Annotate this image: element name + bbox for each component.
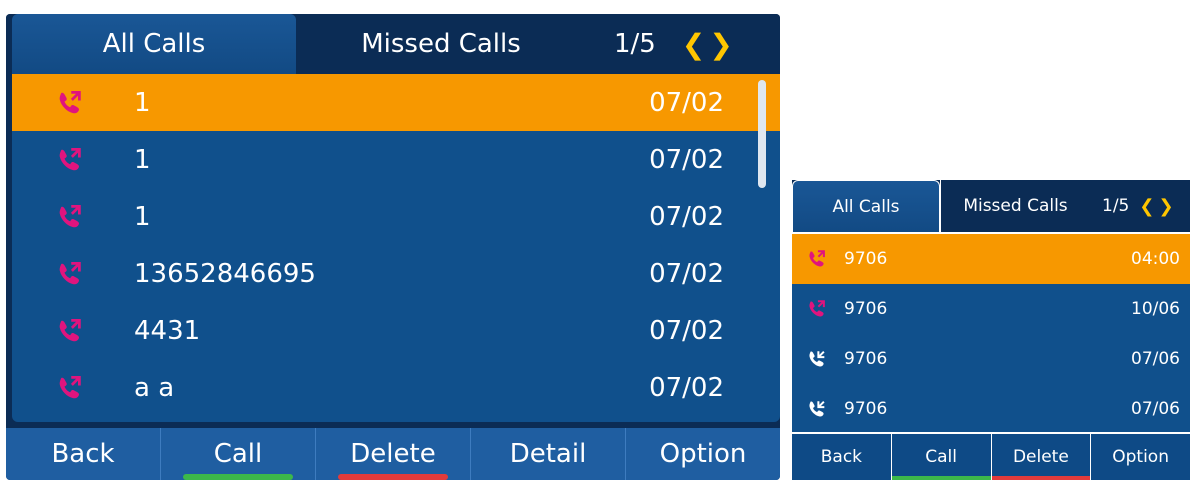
- call-row[interactable]: 9706 07/06: [792, 334, 1190, 384]
- outgoing-call-icon: [40, 202, 100, 232]
- call-key-indicator: [182, 474, 294, 480]
- call-date: 10/06: [1131, 299, 1180, 319]
- chevron-left-icon[interactable]: ❮: [682, 28, 705, 61]
- delete-softkey-label: Delete: [1012, 447, 1069, 467]
- call-date: 07/02: [649, 87, 724, 118]
- call-date: 07/06: [1131, 399, 1180, 419]
- back-softkey-label: Back: [51, 439, 115, 469]
- call-row[interactable]: 1 07/02: [12, 74, 780, 131]
- call-list: 1 07/02 1 07/02 1 07/02 13652846695 07/0…: [12, 74, 780, 422]
- softkey-bar: Back Call Delete Detail Option: [6, 428, 780, 480]
- page-indicator: 1/5: [1102, 196, 1130, 216]
- outgoing-call-icon: [802, 298, 832, 320]
- call-row[interactable]: 1 07/02: [12, 131, 780, 188]
- outgoing-call-icon: [802, 248, 832, 270]
- option-softkey[interactable]: Option: [1090, 434, 1190, 480]
- incoming-call-icon: [802, 348, 832, 370]
- detail-softkey[interactable]: Detail: [470, 428, 625, 480]
- softkey-bar: Back Call Delete Option: [792, 432, 1190, 480]
- call-list: 9706 04:00 9706 10/06 9706 07/06 9706 07…: [792, 232, 1190, 432]
- page-indicator-group: 1/5 ❮ ❯: [586, 14, 733, 74]
- outgoing-call-icon: [40, 316, 100, 346]
- outgoing-call-icon: [40, 373, 100, 403]
- tab-all-calls[interactable]: All Calls: [12, 14, 296, 74]
- chevron-right-icon[interactable]: ❯: [709, 28, 732, 61]
- call-history-small-screen: All Calls Missed Calls 1/5 ❮ ❯ 9706 04:0…: [792, 180, 1190, 480]
- detail-softkey-label: Detail: [509, 439, 587, 469]
- tab-bar: All Calls Missed Calls 1/5 ❮ ❯: [6, 14, 780, 74]
- page-indicator-group: 1/5 ❮ ❯: [1090, 180, 1174, 232]
- delete-softkey[interactable]: Delete: [990, 434, 1091, 480]
- outgoing-call-icon: [40, 259, 100, 289]
- call-row[interactable]: a a 07/02: [12, 359, 780, 416]
- option-softkey-label: Option: [659, 439, 747, 469]
- call-softkey-label: Call: [925, 447, 957, 467]
- tab-missed-calls[interactable]: Missed Calls: [940, 180, 1090, 232]
- call-date: 07/02: [649, 372, 724, 403]
- call-row[interactable]: 9706 07/06: [792, 384, 1190, 434]
- call-date: 04:00: [1131, 249, 1180, 269]
- call-row[interactable]: 9706 04:00: [792, 234, 1190, 284]
- call-softkey-label: Call: [213, 439, 263, 469]
- call-date: 07/02: [649, 144, 724, 175]
- list-scrollbar[interactable]: [758, 80, 766, 188]
- call-date: 07/06: [1131, 349, 1180, 369]
- call-date: 07/02: [649, 315, 724, 346]
- option-softkey-label: Option: [1112, 447, 1169, 467]
- back-softkey[interactable]: Back: [792, 434, 891, 480]
- tab-missed-calls[interactable]: Missed Calls: [296, 14, 586, 74]
- chevron-right-icon[interactable]: ❯: [1158, 196, 1173, 217]
- call-row[interactable]: 1 07/02: [12, 188, 780, 245]
- tab-all-calls[interactable]: All Calls: [792, 180, 940, 232]
- call-row[interactable]: 9706 10/06: [792, 284, 1190, 334]
- call-date: 07/02: [649, 201, 724, 232]
- page-indicator: 1/5: [614, 29, 656, 59]
- call-date: 07/02: [649, 258, 724, 289]
- call-softkey[interactable]: Call: [890, 434, 991, 480]
- tab-bar: All Calls Missed Calls 1/5 ❮ ❯: [792, 180, 1190, 232]
- page-arrows: ❮ ❯: [1139, 196, 1173, 217]
- delete-softkey[interactable]: Delete: [315, 428, 470, 480]
- call-row[interactable]: 13652846695 07/02: [12, 245, 780, 302]
- chevron-left-icon[interactable]: ❮: [1139, 196, 1154, 217]
- back-softkey[interactable]: Back: [6, 428, 160, 480]
- delete-key-indicator: [991, 476, 1091, 480]
- outgoing-call-icon: [40, 145, 100, 175]
- call-softkey[interactable]: Call: [160, 428, 315, 480]
- call-row[interactable]: 4431 07/02: [12, 302, 780, 359]
- page-arrows: ❮ ❯: [682, 28, 733, 61]
- option-softkey[interactable]: Option: [625, 428, 780, 480]
- delete-key-indicator: [337, 474, 449, 480]
- back-softkey-label: Back: [820, 447, 863, 467]
- incoming-call-icon: [802, 398, 832, 420]
- outgoing-call-icon: [40, 88, 100, 118]
- call-key-indicator: [891, 476, 991, 480]
- delete-softkey-label: Delete: [350, 439, 436, 469]
- call-history-large-screen: All Calls Missed Calls 1/5 ❮ ❯ 1 07/02 1…: [6, 14, 780, 480]
